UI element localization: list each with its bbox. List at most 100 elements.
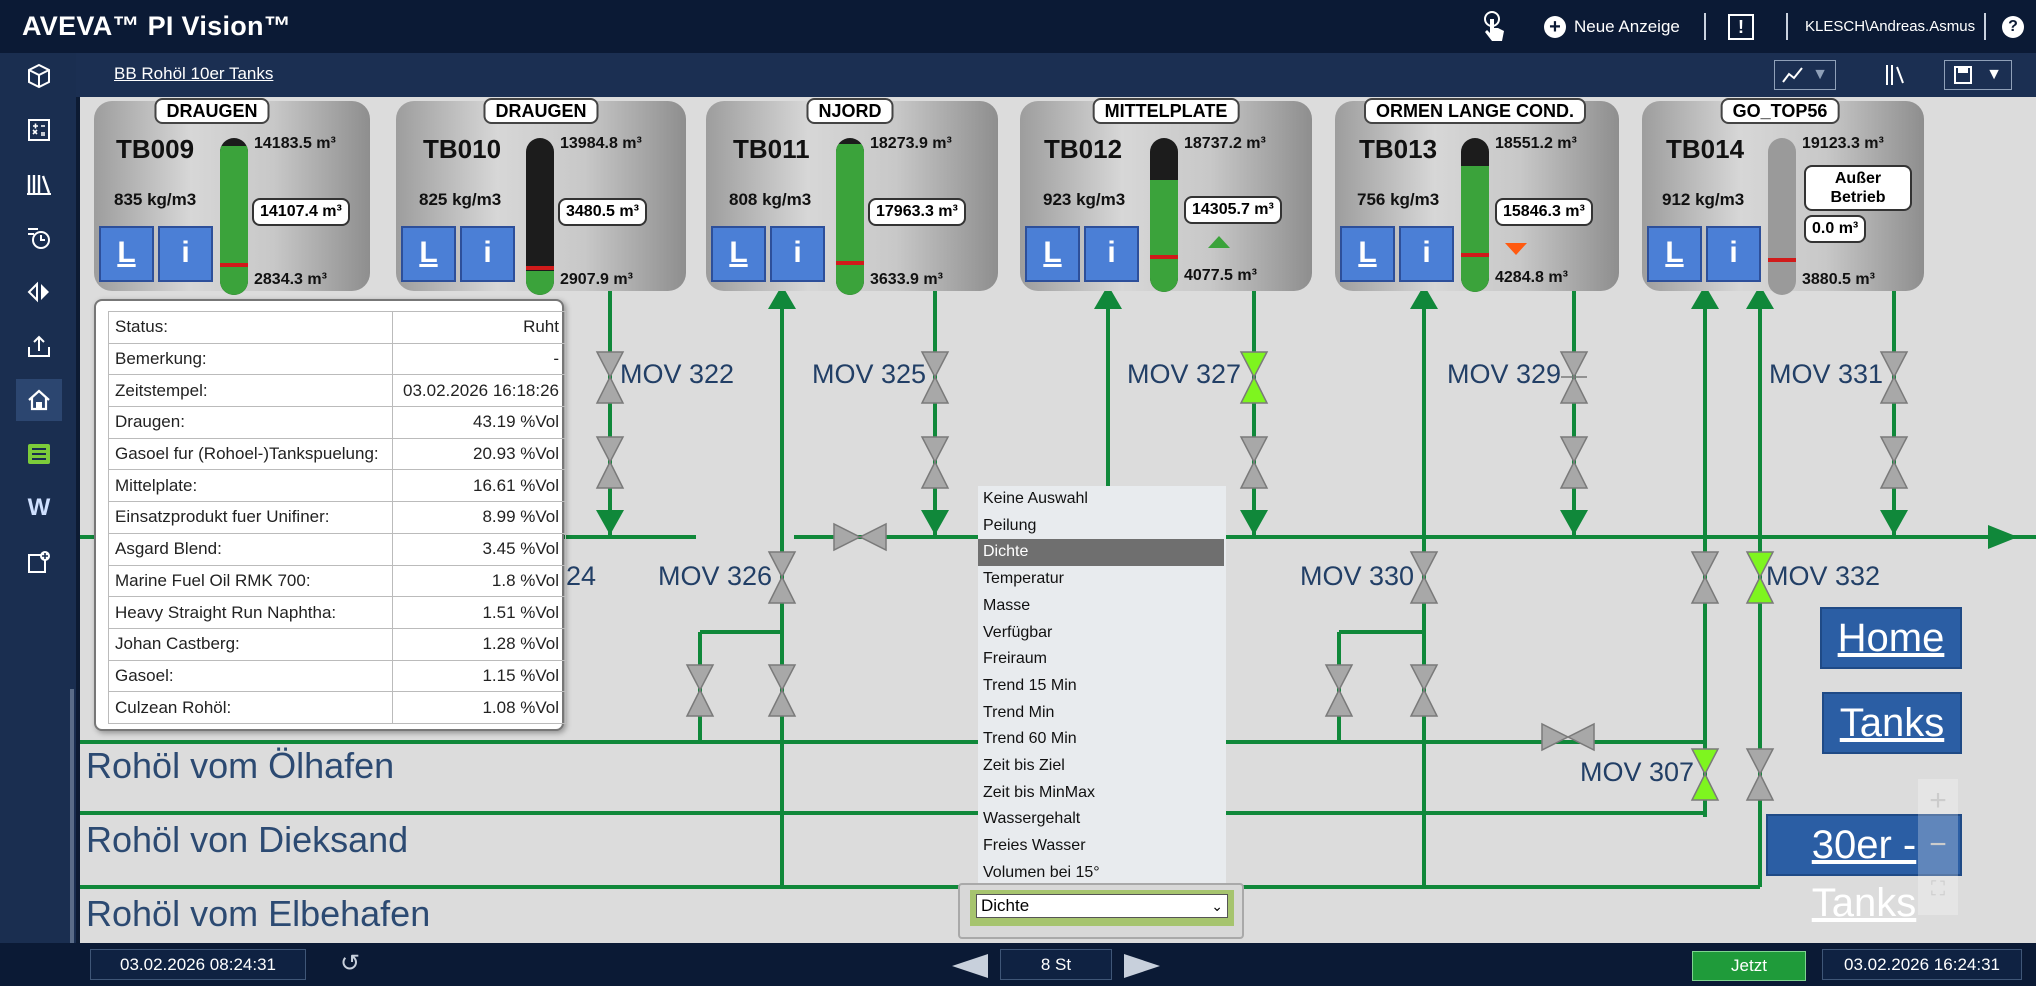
tank-id: TB014 (1666, 134, 1745, 164)
calculator-icon[interactable] (16, 109, 62, 151)
zoom-in-icon[interactable]: + (1918, 779, 1958, 823)
level-button[interactable]: L (1340, 226, 1395, 282)
composition-table: Status: Ruht Bemerkung: - Zeitstempel: 03.02.… (108, 311, 567, 724)
tank-source: DRAUGEN (154, 98, 270, 124)
wonderware-icon[interactable]: W (16, 487, 62, 529)
library-icon[interactable] (16, 163, 62, 205)
valve-label-mov329[interactable]: MOV 329 (1447, 359, 1561, 390)
cube-icon[interactable] (16, 55, 62, 97)
tank-current-volume: 0.0 m³ (1804, 215, 1867, 243)
valve-label-mov307[interactable]: MOV 307 (1580, 757, 1694, 788)
info-button[interactable]: i (460, 226, 515, 282)
dropdown-option[interactable]: Verfügbar (978, 620, 1224, 647)
valve-label-mov330[interactable]: MOV 330 (1300, 561, 1414, 592)
help-button[interactable]: ? (2002, 0, 2024, 53)
tank-max-volume: 18551.2 m³ (1495, 135, 1577, 152)
tank-max-volume: 13984.8 m³ (560, 135, 642, 152)
info-button[interactable]: i (770, 226, 825, 282)
time-bar: 03.02.2026 08:24:31 ↺ 8 St Jetzt 03.02.2… (0, 943, 2036, 986)
tank-density: 825 kg/m3 (419, 190, 502, 209)
zoom-controls[interactable]: + − ⛶ (1918, 779, 1958, 915)
notifications-button[interactable]: ! (1728, 0, 1754, 53)
valve-label-mov332[interactable]: MOV 332 (1766, 561, 1880, 592)
min-level-marker (836, 261, 864, 265)
row-value: 1.8 %Vol (391, 564, 567, 598)
separator (1704, 13, 1706, 40)
valve-label-mov326[interactable]: MOV 326 (658, 561, 772, 592)
add-display-icon[interactable] (16, 541, 62, 583)
start-time-field[interactable]: 03.02.2026 08:24:31 (90, 949, 306, 980)
valve-label-24[interactable]: 24 (566, 561, 596, 592)
info-button[interactable]: i (1084, 226, 1139, 282)
zoom-out-icon[interactable]: − (1918, 823, 1958, 867)
sidebar-scrollbar[interactable] (70, 689, 74, 986)
tank-source: ORMEN LANGE COND. (1364, 98, 1586, 124)
export-icon[interactable] (16, 325, 62, 367)
time-forward-icon[interactable] (1124, 954, 1160, 978)
level-button[interactable]: L (711, 226, 766, 282)
row-label: Gasoel: (108, 659, 393, 693)
tank-min-volume: 2907.9 m³ (560, 271, 633, 288)
level-button[interactable]: L (401, 226, 456, 282)
dropdown-option[interactable]: Trend Min (978, 700, 1224, 727)
dropdown-option[interactable]: Trend 60 Min (978, 726, 1224, 753)
new-display-button[interactable]: + Neue Anzeige (1544, 0, 1680, 53)
dropdown-list: Keine Auswahl Peilung Dichte Temperatur Mass… (978, 486, 1226, 890)
reset-icon[interactable]: ↺ (340, 949, 360, 978)
row-label: Marine Fuel Oil RMK 700: (108, 564, 393, 598)
list-icon[interactable] (16, 433, 62, 475)
dropdown-option[interactable]: Wassergehalt (978, 806, 1224, 833)
trend-icon (1782, 67, 1803, 83)
symbol-library-button[interactable] (1878, 60, 1912, 90)
display-mode-select[interactable]: Dichte ⌄ (976, 894, 1228, 918)
dropdown-option[interactable]: Peilung (978, 513, 1224, 540)
table-row: Bemerkung: - (108, 342, 567, 376)
valve-label-mov331[interactable]: MOV 331 (1769, 359, 1883, 390)
valve-label-mov322[interactable]: MOV 322 (620, 359, 734, 390)
valve-label-mov325[interactable]: MOV 325 (812, 359, 926, 390)
breadcrumb[interactable]: BB Rohöl 10er Tanks (114, 64, 273, 84)
time-back-icon[interactable] (952, 954, 988, 978)
compare-icon[interactable] (16, 271, 62, 313)
save-button[interactable]: ▼ (1944, 60, 2012, 90)
events-icon[interactable] (16, 217, 62, 259)
level-button[interactable]: L (1647, 226, 1702, 282)
dropdown-option[interactable]: Zeit bis Ziel (978, 753, 1224, 780)
dropdown-option[interactable]: Masse (978, 593, 1224, 620)
valve-label-mov327[interactable]: MOV 327 (1127, 359, 1241, 390)
home-nav-button[interactable]: Home (1820, 607, 1962, 669)
tank-max-volume: 19123.3 m³ (1802, 135, 1884, 152)
info-button[interactable]: i (1399, 226, 1454, 282)
level-bar (526, 138, 554, 295)
dropdown-option[interactable]: Dichte (978, 539, 1224, 567)
level-button[interactable]: L (99, 226, 154, 282)
dropdown-option[interactable]: Freies Wasser (978, 833, 1224, 860)
dropdown-option[interactable]: Keine Auswahl (978, 486, 1224, 513)
row-value: Ruht (391, 311, 567, 344)
info-button[interactable]: i (1706, 226, 1761, 282)
app-brand[interactable]: AVEVA™ PI Vision™ (22, 11, 291, 42)
table-row: Status: Ruht (108, 311, 567, 344)
level-button[interactable]: L (1025, 226, 1080, 282)
dropdown-option[interactable]: Freiraum (978, 646, 1224, 673)
touch-mode-icon[interactable] (1480, 0, 1510, 53)
fit-screen-icon[interactable]: ⛶ (1918, 867, 1958, 911)
end-time-field[interactable]: 03.02.2026 16:24:31 (1822, 949, 2022, 980)
min-level-marker (1150, 255, 1178, 259)
level-fill (836, 144, 864, 295)
home-icon[interactable] (16, 379, 62, 421)
dropdown-option[interactable]: Zeit bis MinMax (978, 780, 1224, 807)
dropdown-option[interactable]: Trend 15 Min (978, 673, 1224, 700)
pipeline-label-oelhafen: Rohöl vom Ölhafen (86, 745, 395, 786)
duration-field[interactable]: 8 St (1000, 949, 1112, 980)
row-value: 1.15 %Vol (391, 659, 567, 693)
row-value: 1.08 %Vol (391, 691, 567, 724)
select-value: Dichte (981, 896, 1030, 915)
trend-button[interactable]: ▼ (1774, 60, 1836, 90)
now-button[interactable]: Jetzt (1692, 951, 1806, 981)
dropdown-option[interactable]: Temperatur (978, 566, 1224, 593)
tanks-nav-button[interactable]: Tanks (1822, 692, 1962, 754)
info-button[interactable]: i (158, 226, 213, 282)
user-menu[interactable]: KLESCH\Andreas.Asmus (1805, 0, 1975, 53)
row-label: Johan Castberg: (108, 627, 393, 661)
